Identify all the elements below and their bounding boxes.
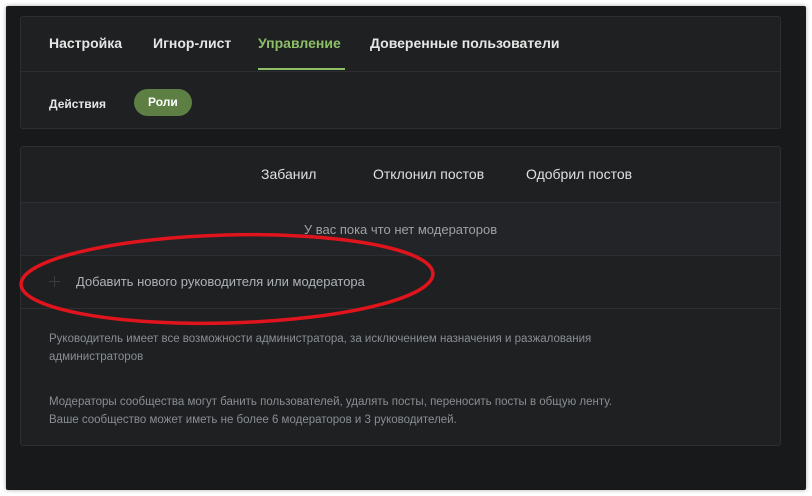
tab-bar: Настройка Игнор-лист Управление Доверенн… xyxy=(21,17,780,71)
moderator-description-line: Модераторы сообщества могут банить польз… xyxy=(49,396,613,408)
plus-icon xyxy=(49,276,60,287)
moderators-panel: Забанил Отклонил постов Одобрил постов У… xyxy=(20,146,781,446)
tab-settings[interactable]: Настройка xyxy=(49,35,122,51)
subtab-actions[interactable]: Действия xyxy=(49,97,106,111)
add-moderator-button[interactable]: Добавить нового руководителя или модерат… xyxy=(21,256,780,308)
tab-trusted-users[interactable]: Доверенные пользователи xyxy=(370,35,559,51)
app-window: Настройка Игнор-лист Управление Доверенн… xyxy=(6,6,806,490)
settings-tabs-panel: Настройка Игнор-лист Управление Доверенн… xyxy=(20,16,781,129)
column-header-approved-posts: Одобрил постов xyxy=(526,166,633,182)
empty-state-message: У вас пока что нет модераторов xyxy=(303,222,498,237)
divider xyxy=(21,308,780,309)
active-tab-underline xyxy=(258,68,345,70)
tab-management[interactable]: Управление xyxy=(258,35,341,51)
empty-state-row: У вас пока что нет модераторов xyxy=(21,203,780,255)
moderator-description-line: Ваше сообщество может иметь не более 6 м… xyxy=(49,414,457,426)
column-header-rejected-posts: Отклонил постов xyxy=(373,166,485,182)
add-moderator-label: Добавить нового руководителя или модерат… xyxy=(76,274,365,289)
table-header: Забанил Отклонил постов Одобрил постов xyxy=(21,147,780,202)
leader-description-line: администраторов xyxy=(49,351,144,363)
tab-ignore-list[interactable]: Игнор-лист xyxy=(153,35,231,51)
leader-description-line: Руководитель имеет все возможности админ… xyxy=(49,333,592,345)
divider xyxy=(21,71,780,72)
moderator-description: Модераторы сообщества могут банить польз… xyxy=(49,393,749,429)
column-header-banned: Забанил xyxy=(261,166,317,182)
subtab-roles[interactable]: Роли xyxy=(134,89,192,116)
leader-description: Руководитель имеет все возможности админ… xyxy=(49,330,749,366)
